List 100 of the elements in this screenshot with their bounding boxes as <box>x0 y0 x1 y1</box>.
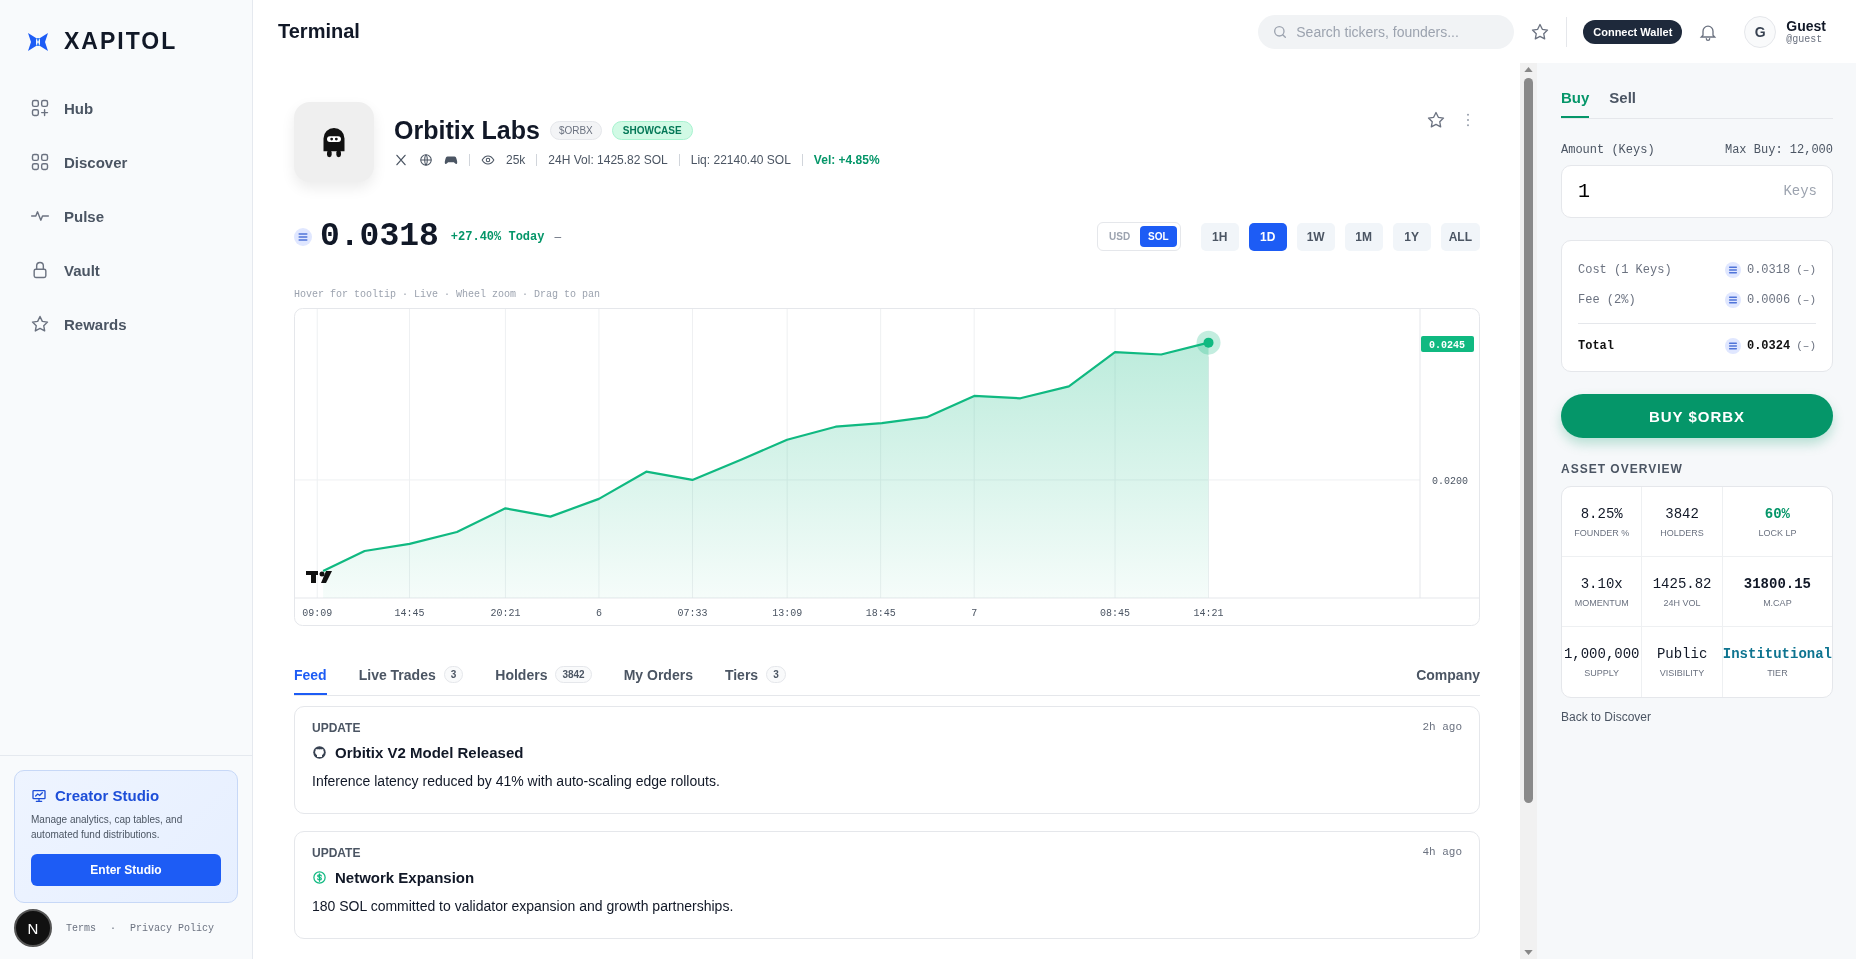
content-tab[interactable]: Live Trades 3 <box>358 656 464 695</box>
overview-label: LOCK LP <box>1758 527 1797 538</box>
range-button[interactable]: ALL <box>1440 222 1480 251</box>
ticker-badge: $ORBX <box>549 121 602 140</box>
asset-stat: Liq: 22140.40 SOL <box>690 153 791 167</box>
sol-icon <box>1724 262 1741 278</box>
nav-item[interactable]: Pulse <box>30 189 252 243</box>
cost-label: Cost (1 Keys) <box>1578 263 1672 277</box>
cost-label: Total <box>1578 338 1614 353</box>
grid-icon <box>30 152 50 172</box>
scrollbar[interactable] <box>1520 63 1537 959</box>
star-icon[interactable] <box>1426 110 1446 130</box>
chart-logo-icon <box>306 571 332 583</box>
dev-badge[interactable]: N <box>14 909 52 947</box>
overview-label: SUPPLY <box>1584 668 1620 678</box>
feed-category: UPDATE <box>312 721 361 735</box>
back-link[interactable]: Back to Discover <box>1561 710 1833 724</box>
company-tab[interactable]: Company <box>1416 656 1480 695</box>
asset-stat: Vel: +4.85% <box>813 153 880 167</box>
range-button[interactable]: 1H <box>1200 222 1239 251</box>
overview-value: Public <box>1656 646 1708 662</box>
footer-link[interactable]: Privacy Policy <box>130 922 215 934</box>
nav-item[interactable]: Hub <box>30 81 252 135</box>
overview-label: TIER <box>1767 668 1788 678</box>
cost-label: Fee (2%) <box>1578 293 1636 307</box>
feed-time: 4h ago <box>1422 846 1462 860</box>
max-buy-label: Max Buy: 12,000 <box>1724 143 1833 157</box>
coin-icon <box>312 870 327 885</box>
range-button[interactable]: 1W <box>1296 222 1335 251</box>
axis-label: 6 <box>595 608 602 619</box>
brand-name: XAPITOL <box>64 28 178 55</box>
studio-title: Creator Studio <box>55 787 160 804</box>
cost-note: (–) <box>1796 264 1816 276</box>
feed-title: Network Expansion <box>335 869 475 886</box>
nav-item[interactable]: Vault <box>30 243 252 297</box>
content-tab[interactable]: My Orders <box>623 656 693 695</box>
globe-icon[interactable] <box>419 153 433 167</box>
star-icon <box>30 314 50 334</box>
overview-value: Institutional <box>1722 646 1832 662</box>
content-tab[interactable]: Holders 3842 <box>495 656 592 695</box>
axis-label: 14:45 <box>394 608 425 619</box>
user-handle: @guest <box>1786 34 1824 45</box>
axis-label: 07:33 <box>677 608 708 619</box>
page-title: Terminal <box>278 20 360 43</box>
lock-icon <box>30 260 50 280</box>
trade-tab[interactable]: Buy <box>1561 89 1590 118</box>
star-icon[interactable] <box>1530 21 1551 42</box>
overview-value: 3842 <box>1665 505 1699 522</box>
studio-description: Manage analytics, cap tables, and automated fund distributions. <box>31 813 184 842</box>
unit-label: Keys <box>1783 183 1817 199</box>
user-name: Guest <box>1786 18 1826 34</box>
overview-value: 1,000,000 <box>1563 646 1640 662</box>
feed-title: Orbitix V2 Model Released <box>335 744 524 761</box>
footer-link[interactable]: Terms <box>66 922 96 934</box>
content-tab[interactable]: Feed <box>294 656 327 695</box>
currency-option[interactable]: SOL <box>1140 226 1177 247</box>
price-suffix: – <box>554 229 562 244</box>
feed-body: 180 SOL committed to validator expansion and growth partnerships. <box>312 898 735 914</box>
overview-value: 8.25% <box>1580 505 1623 522</box>
overview-label: FOUNDER % <box>1574 527 1630 538</box>
overview-label: HOLDERS <box>1660 527 1704 538</box>
content-tab[interactable]: Tiers 3 <box>724 656 786 695</box>
sol-icon <box>294 227 312 246</box>
github-icon <box>312 745 327 760</box>
price-change: +27.40% Today <box>450 229 545 244</box>
robot-icon <box>320 125 348 159</box>
grid-plus-icon <box>30 98 50 118</box>
search-field[interactable]: Search tickers, founders... <box>1258 14 1515 49</box>
overview-value: 60% <box>1764 505 1790 522</box>
price-value: 0.0318 <box>320 218 439 255</box>
buy-button[interactable]: BUY $ORBX <box>1561 394 1833 438</box>
overview-label: MOMENTUM <box>1574 597 1629 608</box>
overview-value: 1425.82 <box>1652 575 1712 592</box>
overview-value: 3.10x <box>1580 575 1623 592</box>
cost-value: 0.0324 <box>1746 338 1791 353</box>
connect-wallet-button[interactable]: Connect Wallet <box>1583 19 1683 44</box>
range-button[interactable]: 1Y <box>1392 222 1431 251</box>
scroll-up-icon[interactable] <box>1524 67 1533 72</box>
company-name: Orbitix Labs <box>394 116 540 145</box>
range-button[interactable]: 1M <box>1344 222 1383 251</box>
x-logo-icon[interactable] <box>394 153 408 167</box>
scroll-down-icon[interactable] <box>1524 950 1533 955</box>
separator-dot: · <box>110 922 117 934</box>
axis-label: 14:21 <box>1193 608 1224 619</box>
range-button[interactable]: 1D <box>1248 222 1287 251</box>
nav-item[interactable]: Rewards <box>30 297 252 351</box>
nav-item[interactable]: Discover <box>30 135 252 189</box>
asset-stat: 24H Vol: 1425.82 SOL <box>548 153 668 167</box>
last-price-dot <box>1196 330 1221 355</box>
avatar[interactable]: G <box>1744 15 1777 48</box>
cost-note: (–) <box>1796 294 1816 306</box>
axis-label: 09:09 <box>302 608 333 619</box>
enter-studio-button[interactable]: Enter Studio <box>31 854 221 886</box>
eye-icon <box>481 153 495 167</box>
trade-tab[interactable]: Sell <box>1609 89 1637 118</box>
axis-label: 20:21 <box>490 608 521 619</box>
axis-label: 0.0200 <box>1432 475 1468 487</box>
views-count: 25k <box>506 153 526 167</box>
feed-time: 2h ago <box>1422 721 1462 735</box>
overview-label: 24H VOL <box>1663 597 1701 608</box>
